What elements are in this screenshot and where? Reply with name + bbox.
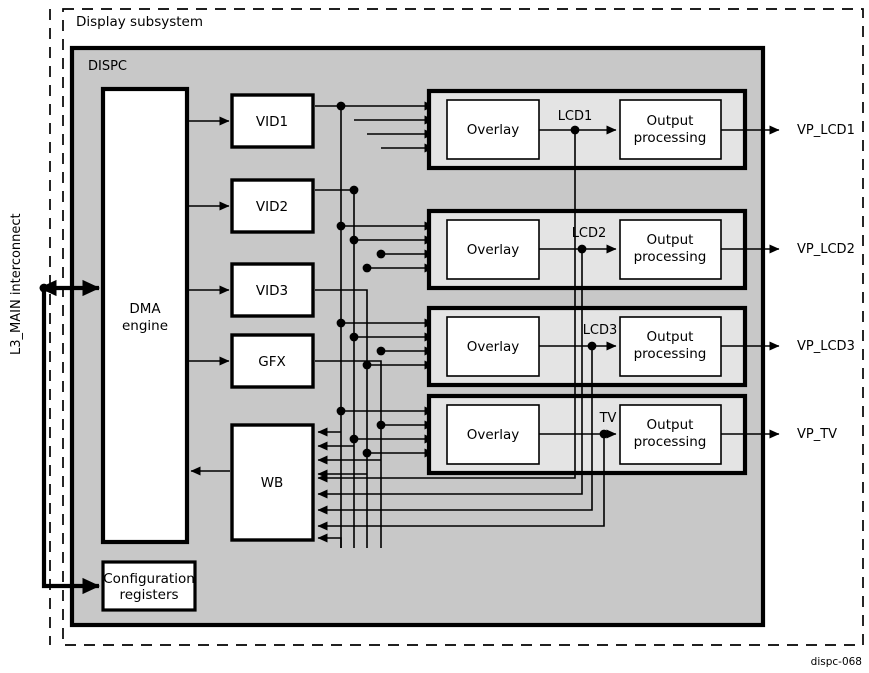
output-processing-label-tv-line2: processing — [634, 434, 707, 450]
xbar-dot-p2-2 — [349, 235, 359, 245]
diagram-canvas: Display subsystem DISPC L3_MAIN intercon… — [0, 0, 869, 673]
xbar-dot-vid2-tap — [349, 185, 359, 195]
lcd3-signal-label: LCD3 — [583, 323, 618, 338]
vp-lcd1-port-label: VP_LCD1 — [797, 123, 855, 138]
lcd2-signal-label: LCD2 — [572, 226, 607, 241]
display-subsystem-label: Display subsystem — [76, 14, 203, 30]
vid3-label: VID3 — [256, 283, 288, 299]
wb-label: WB — [261, 475, 284, 491]
configuration-registers-label-line1: Configuration — [103, 571, 195, 587]
xbar-dot-p2-3 — [376, 249, 386, 259]
l3-main-interconnect-label: L3_MAIN interconnect — [9, 213, 24, 355]
vid2-label: VID2 — [256, 199, 288, 215]
output-processing-label-lcd3-line2: processing — [634, 346, 707, 362]
xbar-dot-p3-1 — [336, 318, 346, 328]
figure-tag-label: dispc-068 — [811, 656, 862, 668]
xbar-dot-p4-2 — [376, 420, 386, 430]
output-processing-label-lcd3-line1: Output — [647, 329, 694, 345]
overlay-label-lcd1: Overlay — [467, 122, 519, 138]
dma-engine-label-line2: engine — [122, 318, 168, 334]
output-processing-label-tv-line1: Output — [647, 417, 694, 433]
xbar-dot-p3-2 — [349, 332, 359, 342]
vid1-label: VID1 — [256, 114, 288, 130]
vp-tv-port-label: VP_TV — [797, 427, 837, 442]
xbar-dot-p1-1 — [336, 101, 346, 111]
vp-lcd2-port-label: VP_LCD2 — [797, 242, 855, 257]
xbar-dot-p4-3 — [349, 434, 359, 444]
output-processing-label-lcd1-line1: Output — [647, 113, 694, 129]
dma-engine-label-line1: DMA — [129, 301, 161, 317]
xbar-dot-p4-4 — [362, 448, 372, 458]
xbar-dot-p2-4 — [362, 263, 372, 273]
dispc-label: DISPC — [88, 59, 127, 74]
overlay-label-tv: Overlay — [467, 427, 519, 443]
xbar-dot-p2-1 — [336, 221, 346, 231]
display-subsystem-block-diagram: Display subsystem DISPC L3_MAIN intercon… — [0, 0, 869, 673]
overlay-label-lcd2: Overlay — [467, 242, 519, 258]
vp-lcd3-port-label: VP_LCD3 — [797, 339, 855, 354]
output-processing-label-lcd1-line2: processing — [634, 130, 707, 146]
lcd1-signal-label: LCD1 — [558, 109, 593, 124]
xbar-dot-p4-1 — [336, 406, 346, 416]
xbar-dot-p3-4 — [362, 360, 372, 370]
output-processing-label-lcd2-line1: Output — [647, 232, 694, 248]
overlay-label-lcd3: Overlay — [467, 339, 519, 355]
xbar-dot-p3-3 — [376, 346, 386, 356]
gfx-label: GFX — [258, 354, 285, 370]
output-processing-label-lcd2-line2: processing — [634, 249, 707, 265]
configuration-registers-label-line2: registers — [119, 587, 178, 603]
tv-signal-label: TV — [599, 411, 617, 426]
